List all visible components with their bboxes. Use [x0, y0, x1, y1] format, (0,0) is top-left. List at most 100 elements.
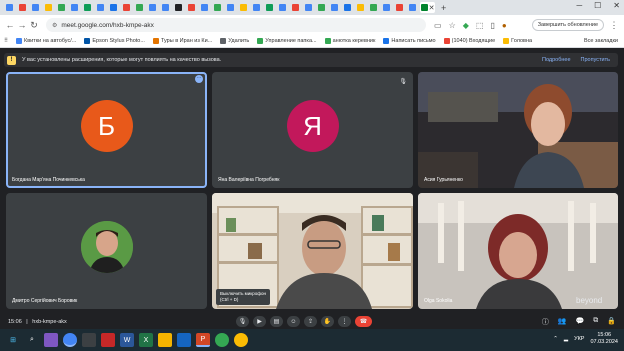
back-icon[interactable]: ← [4, 20, 16, 30]
camera-permission-icon[interactable]: ▭ [434, 21, 442, 30]
browser-tab[interactable] [95, 2, 106, 13]
browser-tab[interactable] [82, 2, 93, 13]
more-options-icon[interactable]: ⋯ [195, 75, 203, 83]
participant-tile[interactable]: Б ⋯ Богдана Мар'яна Починкевська [6, 72, 207, 188]
host-controls-icon[interactable]: 🔒 [607, 317, 616, 327]
extensions-puzzle-icon[interactable]: ⬚ [476, 21, 484, 30]
browser-tab[interactable] [186, 2, 197, 13]
browser-tab[interactable] [316, 2, 327, 13]
browser-tab[interactable] [108, 2, 119, 13]
profile-avatar[interactable]: ● [502, 21, 507, 30]
address-bar[interactable]: ⚙ meet.google.com/hxb-kmpe-akx [46, 18, 426, 32]
chat-icon[interactable]: 💬 [576, 317, 585, 327]
bookmark-item[interactable]: Epson Stylus Photo... [84, 38, 145, 44]
browser-tab[interactable] [303, 2, 314, 13]
menu-icon[interactable]: ⋮ [608, 20, 620, 31]
browser-tab[interactable] [199, 2, 210, 13]
camera-button[interactable]: ▶ [253, 316, 266, 327]
emoji-button[interactable]: ☺ [287, 316, 300, 327]
browser-tab[interactable] [238, 2, 249, 13]
mic-button[interactable]: 🎙︎ [236, 316, 249, 327]
bookmark-item[interactable]: Головна [503, 38, 532, 44]
browser-tab[interactable] [329, 2, 340, 13]
browser-tab[interactable] [212, 2, 223, 13]
browser-tab[interactable] [147, 2, 158, 13]
chrome-icon[interactable] [215, 333, 229, 347]
windows-start-icon[interactable]: ⊞ [6, 333, 20, 347]
apps-icon[interactable]: ⠿ [4, 38, 8, 44]
browser-tab[interactable] [251, 2, 262, 13]
active-browser-tab[interactable]: ✕ [420, 2, 435, 13]
bookmark-item[interactable]: анютка керевник [324, 38, 375, 44]
people-icon[interactable]: 👥 [558, 317, 567, 327]
participant-tile[interactable]: Асия Гурьяненко [418, 72, 618, 188]
extension-icon[interactable]: ◆ [463, 21, 469, 30]
browser-tab[interactable] [43, 2, 54, 13]
more-options-button[interactable]: ⋮ [338, 316, 351, 327]
all-bookmarks-button[interactable]: Все закладки [584, 38, 618, 44]
browser-tab[interactable] [394, 2, 405, 13]
powerpoint-icon[interactable]: P [196, 333, 210, 347]
browser-tab[interactable] [17, 2, 28, 13]
language-indicator[interactable]: УКР [574, 336, 584, 342]
raise-hand-button[interactable]: ✋ [321, 316, 334, 327]
close-window-icon[interactable]: ✕ [613, 1, 620, 10]
network-icon[interactable]: ▂ [564, 336, 568, 342]
chevron-up-icon[interactable]: ⌃ [553, 336, 558, 342]
update-button[interactable]: Завершить обновление [531, 19, 604, 31]
app-icon[interactable] [44, 333, 58, 347]
close-tab-icon[interactable]: ✕ [429, 4, 435, 12]
participant-tile[interactable]: Я 🎙︎ Яна Валеріївна Погребняк [212, 72, 413, 188]
browser-tab[interactable] [277, 2, 288, 13]
forward-icon[interactable]: → [16, 20, 28, 30]
chrome-icon[interactable] [63, 333, 77, 347]
app-icon[interactable] [82, 333, 96, 347]
bookmark-item[interactable]: Квитки на автобус/... [16, 38, 76, 44]
bookmark-star-icon[interactable]: ☆ [449, 21, 456, 30]
browser-tab[interactable] [342, 2, 353, 13]
browser-tab[interactable] [407, 2, 418, 13]
site-info-icon[interactable]: ⚙ [52, 22, 57, 29]
captions-button[interactable]: ▤ [270, 316, 283, 327]
browser-tab[interactable] [134, 2, 145, 13]
app-icon[interactable] [177, 333, 191, 347]
browser-tab[interactable] [173, 2, 184, 13]
word-icon[interactable]: W [120, 333, 134, 347]
minimize-icon[interactable]: ─ [576, 1, 582, 10]
app-icon[interactable] [101, 333, 115, 347]
new-tab-icon[interactable]: + [441, 3, 446, 13]
excel-icon[interactable]: X [139, 333, 153, 347]
participant-tile[interactable]: beyond Olga Sokolia [418, 193, 618, 309]
browser-tab[interactable] [368, 2, 379, 13]
maximize-icon[interactable]: ☐ [594, 1, 601, 10]
browser-tab[interactable] [381, 2, 392, 13]
end-call-button[interactable]: ☎ [355, 316, 372, 327]
participant-tile[interactable]: Дмитро Сергійович Боровик [6, 193, 207, 309]
browser-tab[interactable] [264, 2, 275, 13]
browser-tab[interactable] [69, 2, 80, 13]
file-explorer-icon[interactable] [158, 333, 172, 347]
browser-tab[interactable] [121, 2, 132, 13]
notice-skip-link[interactable]: Пропустить [581, 57, 610, 63]
bookmark-item[interactable]: (1040) Входящие [443, 38, 495, 44]
reload-icon[interactable]: ↻ [28, 20, 40, 31]
browser-tab[interactable] [225, 2, 236, 13]
bookmark-item[interactable]: Удалить [220, 38, 249, 44]
info-icon[interactable]: ⓘ [542, 317, 549, 327]
browser-tab[interactable] [30, 2, 41, 13]
browser-tab[interactable] [290, 2, 301, 13]
present-button[interactable]: ⇪ [304, 316, 317, 327]
chrome-icon[interactable] [234, 333, 248, 347]
clock[interactable]: 15:06 07.03.2024 [590, 332, 618, 346]
bookmark-item[interactable]: Туры в Иран из Ки... [152, 38, 212, 44]
browser-tab[interactable] [160, 2, 171, 13]
side-panel-icon[interactable]: ▯ [490, 21, 494, 30]
browser-tab[interactable] [56, 2, 67, 13]
browser-tab[interactable] [4, 2, 15, 13]
bookmark-item[interactable]: Управление папка... [257, 38, 317, 44]
activities-icon[interactable]: ⧉ [593, 317, 598, 327]
search-icon[interactable]: ⌕ [25, 333, 39, 347]
bookmark-item[interactable]: Написать письмо [383, 38, 436, 44]
participant-tile[interactable]: Выключить микрофон (Ctrl + D) [212, 193, 413, 309]
notice-details-link[interactable]: Подробнее [542, 57, 571, 63]
